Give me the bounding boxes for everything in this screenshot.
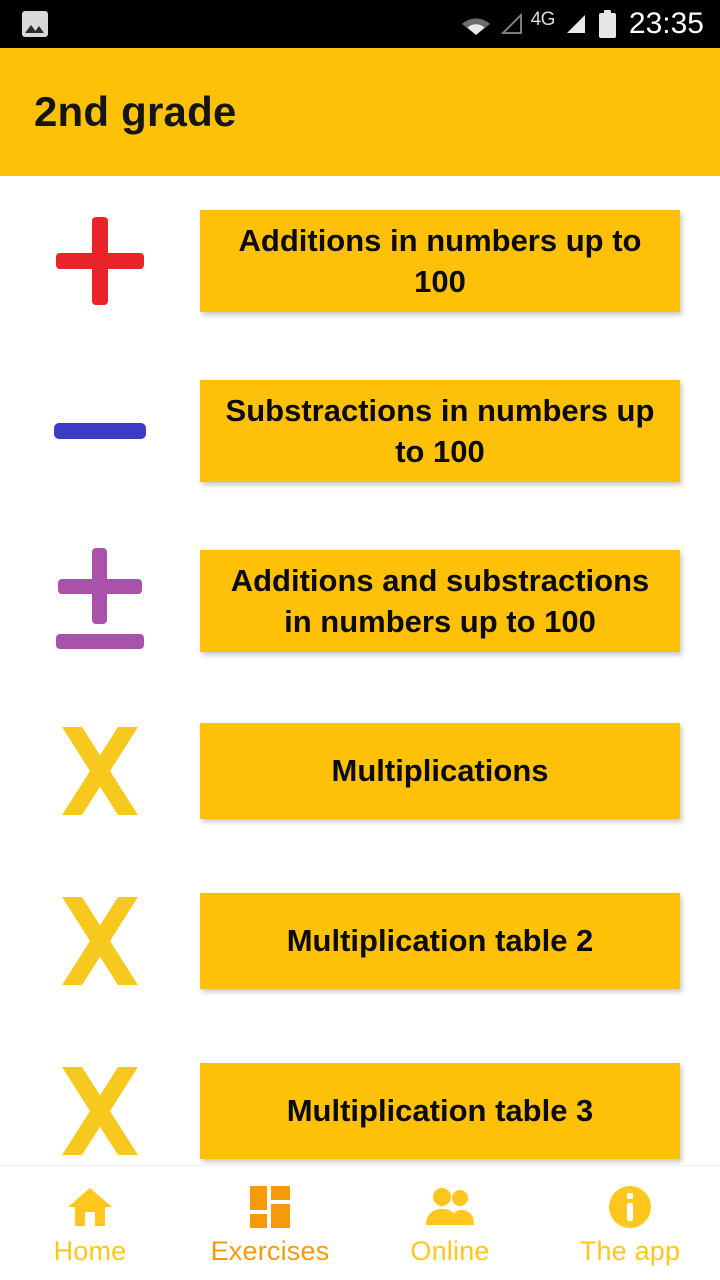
exercise-button[interactable]: Multiplications bbox=[200, 723, 680, 819]
app-root: 4G 23:35 2nd grade Additions in numbers … bbox=[0, 0, 720, 1280]
status-bar: 4G 23:35 bbox=[0, 0, 720, 48]
plus-icon bbox=[0, 176, 200, 346]
exercise-list[interactable]: Additions in numbers up to 100 Substract… bbox=[0, 176, 720, 1165]
info-icon bbox=[608, 1185, 652, 1229]
exercise-label: Additions in numbers up to 100 bbox=[238, 222, 642, 299]
exercise-button[interactable]: Multiplication table 2 bbox=[200, 893, 680, 989]
exercise-button[interactable]: Multiplication table 3 bbox=[200, 1063, 680, 1159]
exercise-button[interactable]: Additions in numbers up to 100 bbox=[200, 209, 680, 313]
list-item[interactable]: Multiplication table 3 bbox=[0, 1026, 720, 1165]
list-item[interactable]: Additions and substractions in numbers u… bbox=[0, 516, 720, 686]
exercise-button[interactable]: Additions and substractions in numbers u… bbox=[200, 549, 680, 653]
signal-empty-icon bbox=[500, 12, 522, 34]
list-item[interactable]: Substractions in numbers up to 100 bbox=[0, 346, 720, 516]
nav-item-exercises[interactable]: Exercises bbox=[180, 1166, 360, 1280]
list-item[interactable]: Multiplication table 2 bbox=[0, 856, 720, 1026]
times-icon bbox=[0, 856, 200, 1026]
plus-minus-icon bbox=[0, 516, 200, 686]
signal-full-icon bbox=[566, 15, 585, 33]
status-bar-right: 4G 23:35 bbox=[461, 7, 704, 41]
minus-icon bbox=[0, 346, 200, 516]
exercise-label: Substractions in numbers up to 100 bbox=[225, 392, 655, 469]
grid-icon bbox=[250, 1185, 290, 1229]
nav-item-the-app[interactable]: The app bbox=[540, 1166, 720, 1280]
exercise-label: Multiplications bbox=[331, 753, 549, 789]
app-bar: 2nd grade bbox=[0, 48, 720, 176]
list-item[interactable]: Multiplications bbox=[0, 686, 720, 856]
nav-label-exercises: Exercises bbox=[210, 1236, 330, 1266]
exercise-label: Multiplication table 2 bbox=[286, 923, 594, 959]
network-type-label: 4G bbox=[530, 9, 556, 30]
nav-label-online: Online bbox=[410, 1236, 490, 1266]
exercise-button[interactable]: Substractions in numbers up to 100 bbox=[200, 379, 680, 483]
exercise-label: Multiplication table 3 bbox=[286, 1093, 594, 1129]
page-title: 2nd grade bbox=[34, 88, 237, 135]
status-bar-clock: 23:35 bbox=[628, 7, 704, 40]
list-item[interactable]: Additions in numbers up to 100 bbox=[0, 176, 720, 346]
times-icon bbox=[0, 686, 200, 856]
status-bar-left bbox=[22, 11, 48, 37]
nav-item-online[interactable]: Online bbox=[360, 1166, 540, 1280]
times-icon bbox=[0, 1026, 200, 1165]
people-icon bbox=[425, 1185, 475, 1229]
battery-icon bbox=[598, 10, 616, 38]
bottom-navigation: Home Exercises Online The app bbox=[0, 1165, 720, 1280]
nav-item-home[interactable]: Home bbox=[0, 1166, 180, 1280]
home-icon bbox=[67, 1185, 113, 1229]
nav-label-home: Home bbox=[53, 1236, 127, 1266]
wifi-icon bbox=[461, 18, 490, 35]
image-icon bbox=[22, 11, 48, 37]
nav-label-the-app: The app bbox=[579, 1236, 681, 1266]
exercise-label: Additions and substractions in numbers u… bbox=[230, 562, 650, 639]
